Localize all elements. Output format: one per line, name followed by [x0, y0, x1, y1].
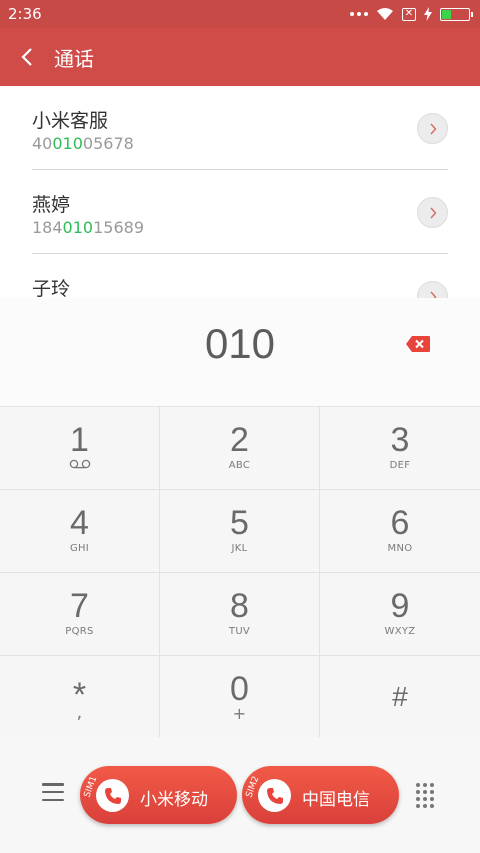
phone-icon [96, 779, 129, 812]
bottom-bar: SIM1 小米移动 SIM2 中国电信 [0, 737, 480, 853]
key-9[interactable]: 9 WXYZ [320, 573, 480, 656]
key-8[interactable]: 8 TUV [160, 573, 320, 656]
key-hash[interactable]: # [320, 656, 480, 737]
list-item[interactable]: 燕婷 18401015689 [32, 170, 448, 254]
contact-name: 燕婷 [32, 194, 71, 216]
call-button-sim1[interactable]: SIM1 小米移动 [80, 766, 237, 824]
keypad: 1 2 ABC 3 DEF 4 GHI 5 JKL 6 MNO 7 PQRS 8… [0, 407, 480, 737]
list-item[interactable]: 小米客服 4001005678 [32, 86, 448, 170]
charging-icon [424, 7, 432, 21]
status-bar: 2:36 ✕ [0, 0, 480, 28]
key-0[interactable]: 0 + [160, 656, 320, 737]
chevron-right-icon [429, 123, 436, 134]
phone-icon [258, 779, 291, 812]
carrier-label: 中国电信 [302, 790, 370, 810]
contact-number: 4001005678 [32, 134, 134, 153]
list-item[interactable]: 子玲 [32, 254, 448, 298]
key-6[interactable]: 6 MNO [320, 490, 480, 573]
key-3[interactable]: 3 DEF [320, 407, 480, 490]
call-button-sim2[interactable]: SIM2 中国电信 [242, 766, 399, 824]
more-dots-icon [350, 12, 368, 16]
chevron-right-icon [429, 291, 436, 298]
key-1[interactable]: 1 [0, 407, 160, 490]
chevron-left-icon [21, 48, 32, 66]
back-button[interactable] [0, 28, 54, 86]
app-header: 通话 [0, 28, 480, 86]
key-4[interactable]: 4 GHI [0, 490, 160, 573]
key-7[interactable]: 7 PQRS [0, 573, 160, 656]
key-2[interactable]: 2 ABC [160, 407, 320, 490]
carrier-label: 小米移动 [140, 790, 208, 810]
page-title: 通话 [54, 46, 94, 71]
contact-name: 小米客服 [32, 110, 109, 132]
menu-button[interactable] [42, 783, 64, 801]
no-sim-icon: ✕ [402, 7, 416, 21]
battery-icon [440, 7, 473, 21]
key-star[interactable]: * , [0, 656, 160, 737]
voicemail-icon [69, 459, 91, 469]
chevron-right-icon [429, 207, 436, 218]
wifi-icon [377, 8, 393, 20]
keypad-toggle-icon[interactable] [416, 783, 436, 809]
key-5[interactable]: 5 JKL [160, 490, 320, 573]
contact-detail-button[interactable] [417, 197, 448, 228]
contact-number: 18401015689 [32, 218, 144, 237]
contact-list[interactable]: 小米客服 4001005678 燕婷 18401015689 子玲 [0, 86, 480, 298]
contact-detail-button[interactable] [417, 281, 448, 298]
contact-detail-button[interactable] [417, 113, 448, 144]
status-time: 2:36 [8, 5, 42, 23]
delete-button[interactable] [405, 335, 431, 357]
contact-name: 子玲 [32, 278, 71, 298]
backspace-icon [406, 336, 430, 352]
status-icons: ✕ [350, 7, 473, 21]
